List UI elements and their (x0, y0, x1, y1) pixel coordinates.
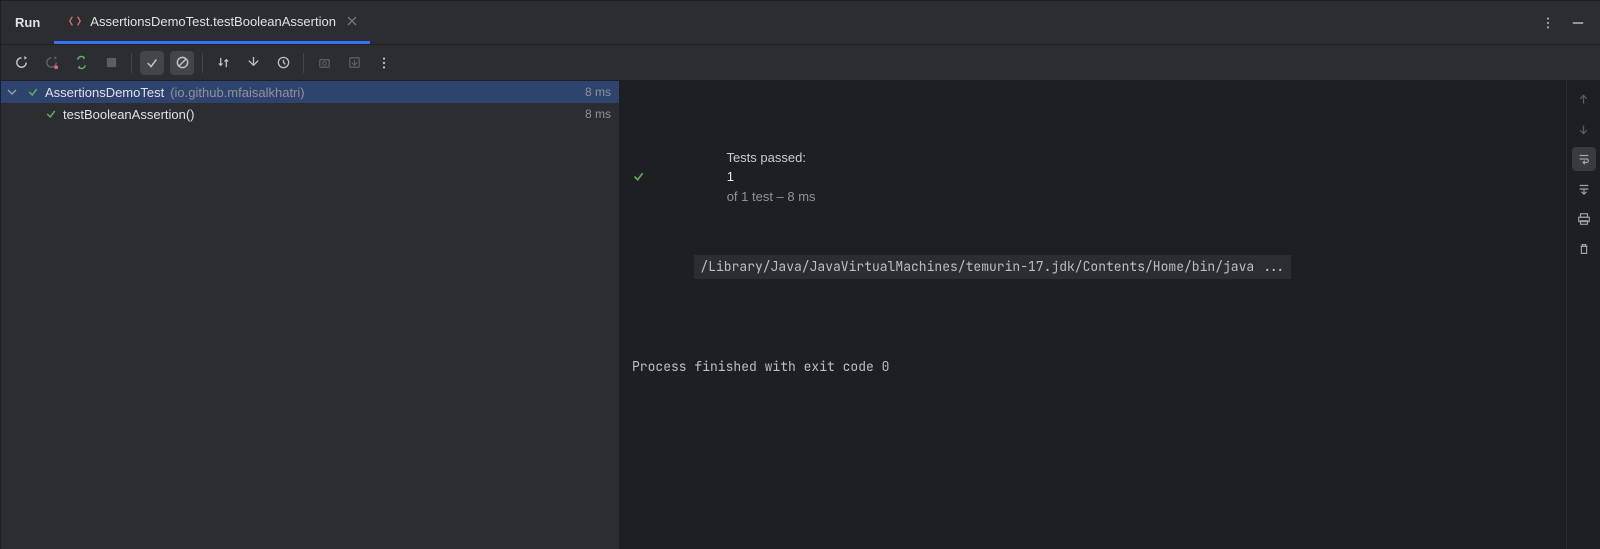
stop-icon (99, 51, 123, 75)
separator (303, 53, 304, 73)
status-count: 1 (727, 169, 734, 184)
run-tool-window: Run AssertionsDemoTest.testBooleanAssert… (0, 0, 1600, 549)
scroll-to-end-icon[interactable] (1572, 177, 1596, 201)
header-right-actions (1538, 13, 1600, 33)
console-output[interactable]: Tests passed: 1 of 1 test – 8 ms /Librar… (620, 81, 1566, 549)
run-main: AssertionsDemoTest (io.github.mfaisalkha… (1, 81, 1600, 549)
status-suffix: of 1 test – 8 ms (727, 189, 816, 204)
tests-passed-status: Tests passed: 1 of 1 test – 8 ms (632, 128, 1554, 226)
up-stack-icon (1572, 87, 1596, 111)
run-toolbar (1, 45, 1600, 81)
status-label: Tests passed: (726, 150, 806, 165)
separator (131, 53, 132, 73)
test-method-name: testBooleanAssertion() (63, 107, 195, 122)
run-title: Run (1, 15, 54, 30)
test-tree[interactable]: AssertionsDemoTest (io.github.mfaisalkha… (1, 81, 620, 549)
hide-panel-icon[interactable] (1568, 13, 1588, 33)
import-tests-icon (342, 51, 366, 75)
rerun-icon[interactable] (9, 51, 33, 75)
run-config-icon (68, 14, 82, 28)
process-exit-line: Process finished with exit code 0 (632, 357, 1554, 377)
console-right-gutter (1566, 81, 1600, 549)
test-class-package: (io.github.mfaisalkhatri) (170, 85, 304, 100)
check-icon (632, 131, 675, 222)
sort-icon[interactable] (211, 51, 235, 75)
more-options-icon[interactable] (1538, 13, 1558, 33)
toolbar-more-icon[interactable] (372, 51, 396, 75)
run-tab[interactable]: AssertionsDemoTest.testBooleanAssertion (54, 1, 370, 44)
test-history-icon[interactable] (271, 51, 295, 75)
show-passed-icon[interactable] (140, 51, 164, 75)
rerun-failed-icon (39, 51, 63, 75)
check-icon (27, 86, 39, 98)
check-icon (45, 108, 57, 120)
run-header: Run AssertionsDemoTest.testBooleanAssert… (1, 1, 1600, 45)
console-pane: Tests passed: 1 of 1 test – 8 ms /Librar… (620, 81, 1600, 549)
show-ignored-icon[interactable] (170, 51, 194, 75)
test-class-row[interactable]: AssertionsDemoTest (io.github.mfaisalkha… (1, 81, 619, 103)
close-icon[interactable] (344, 13, 360, 29)
toggle-auto-test-icon[interactable] (69, 51, 93, 75)
clear-all-icon[interactable] (1572, 237, 1596, 261)
print-icon[interactable] (1572, 207, 1596, 231)
test-class-name: AssertionsDemoTest (45, 85, 164, 100)
test-method-row[interactable]: testBooleanAssertion() 8 ms (1, 103, 619, 125)
chevron-down-icon[interactable] (7, 87, 21, 97)
separator (202, 53, 203, 73)
test-method-time: 8 ms (585, 107, 619, 121)
soft-wrap-icon[interactable] (1572, 147, 1596, 171)
expand-all-icon[interactable] (241, 51, 265, 75)
java-command-line: /Library/Java/JavaVirtualMachines/temuri… (694, 255, 1291, 279)
run-tab-label: AssertionsDemoTest.testBooleanAssertion (90, 14, 336, 29)
test-class-time: 8 ms (585, 85, 619, 99)
down-stack-icon (1572, 117, 1596, 141)
export-results-icon (312, 51, 336, 75)
